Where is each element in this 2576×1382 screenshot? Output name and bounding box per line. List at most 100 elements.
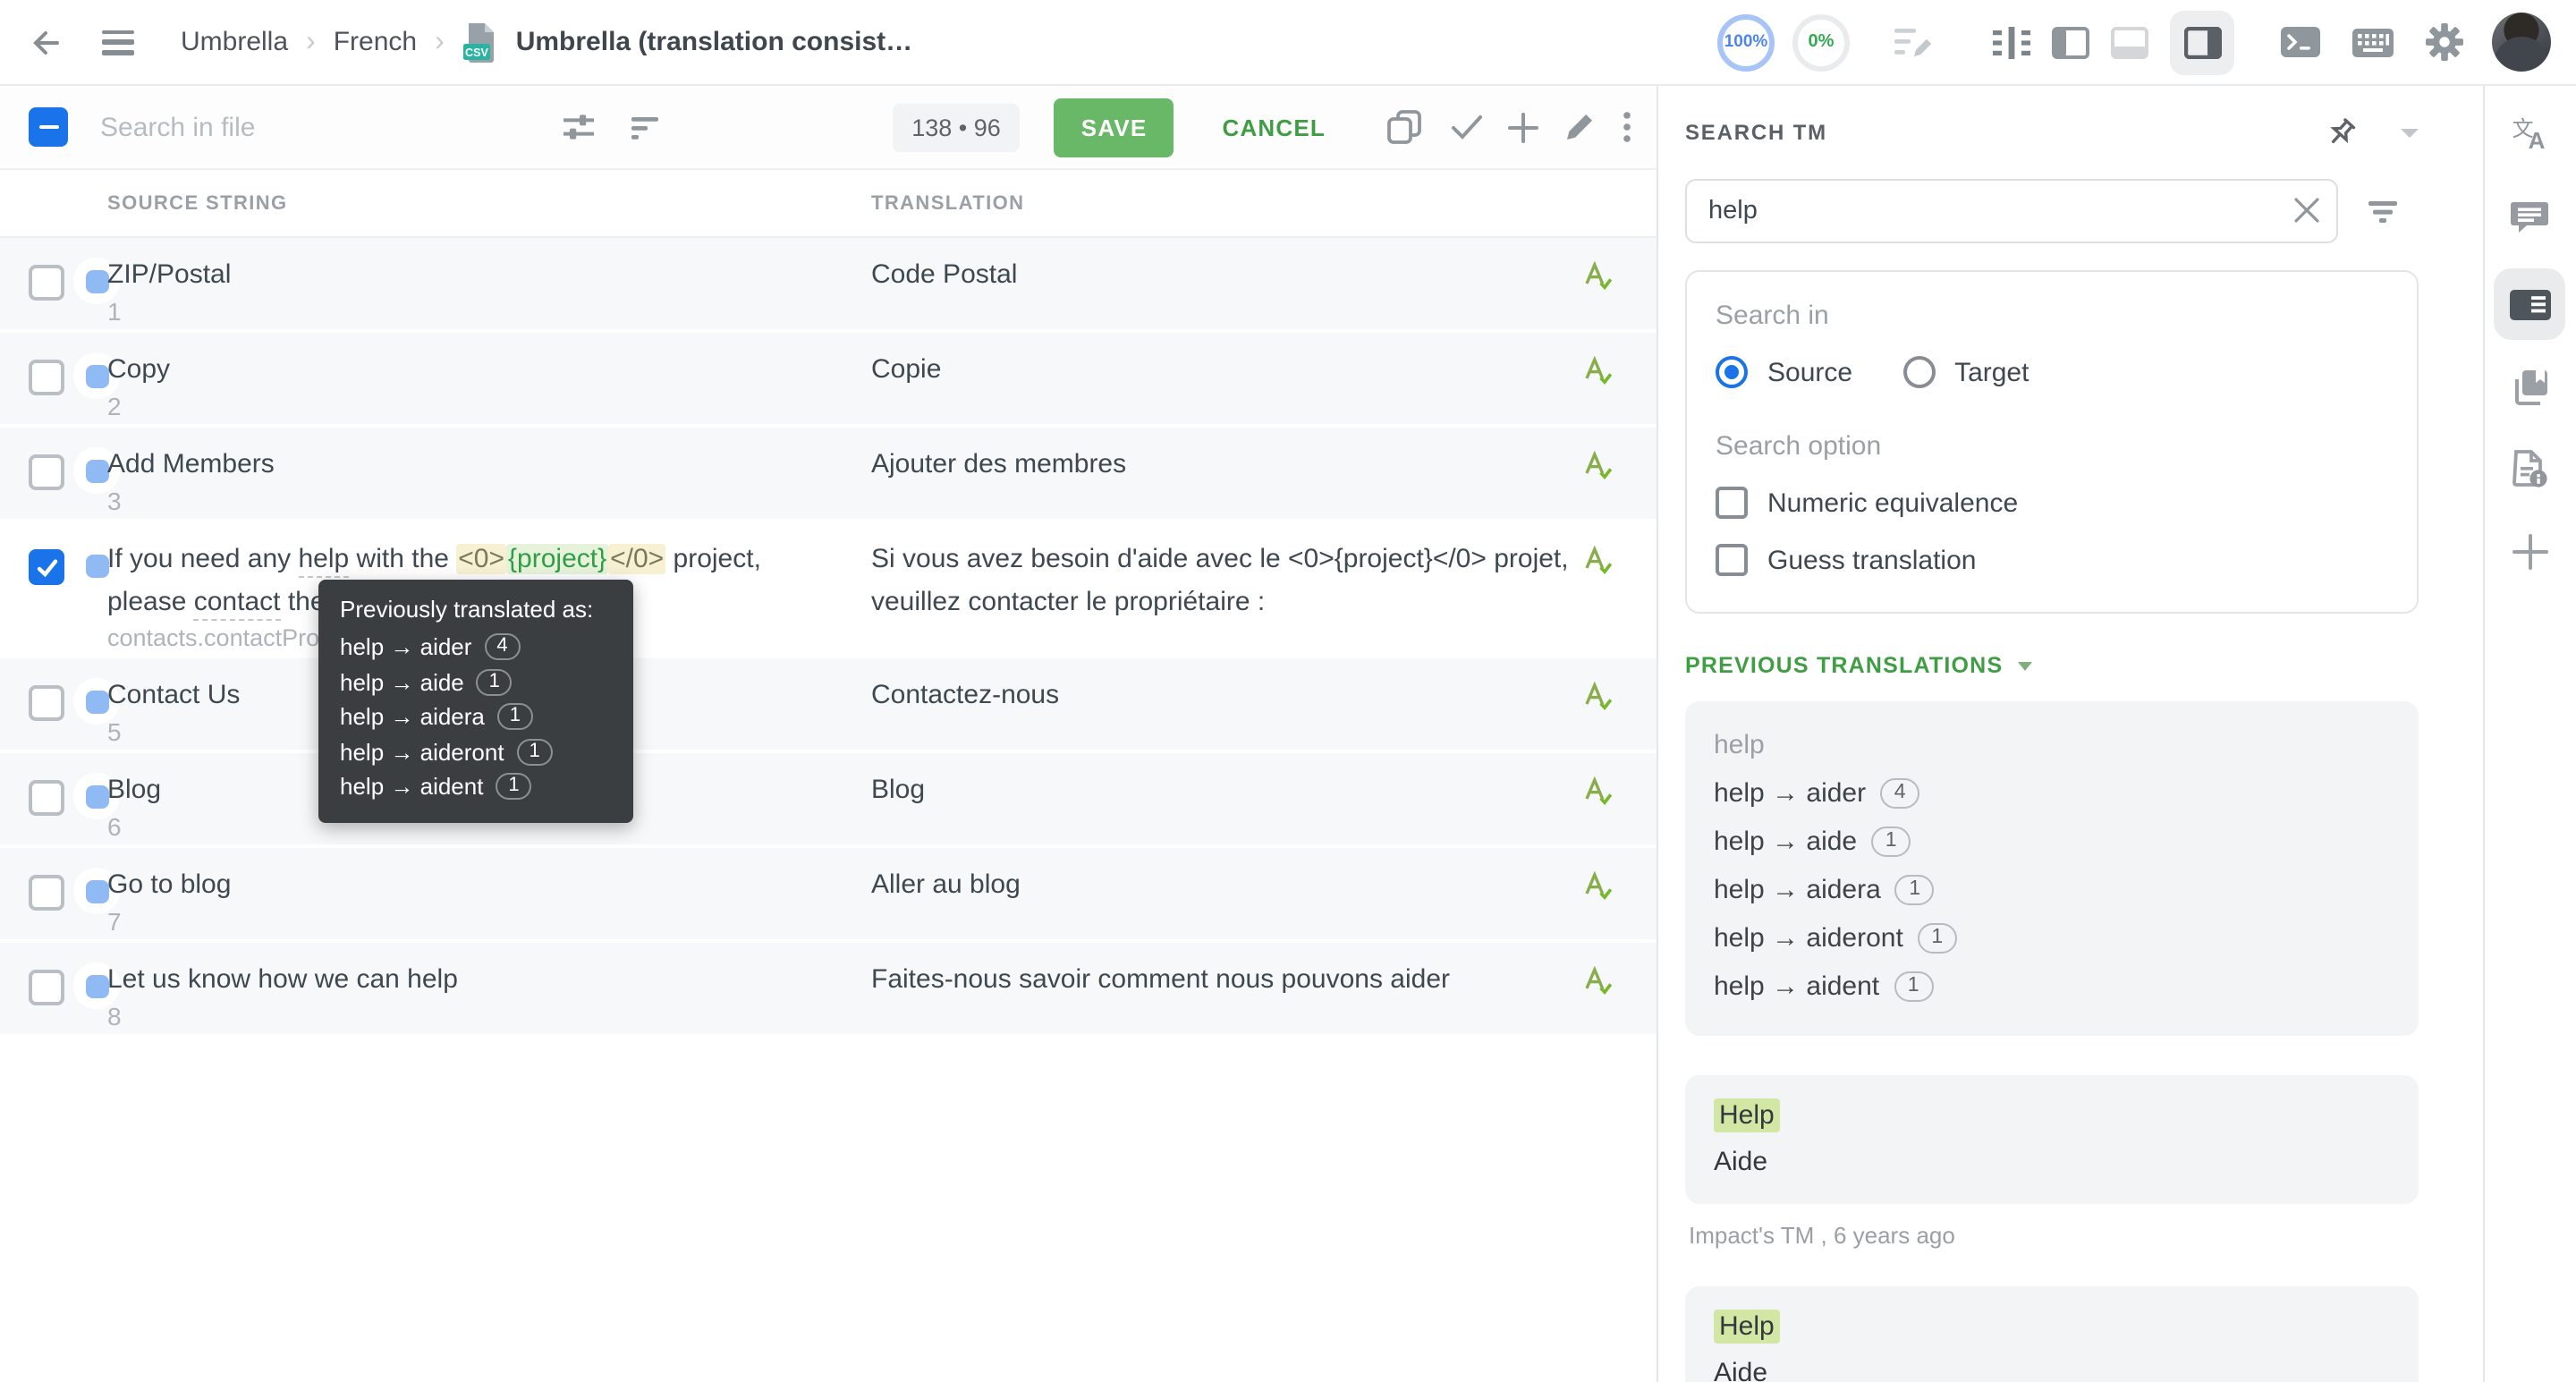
add-panel-icon[interactable] (2511, 531, 2548, 571)
numeric-equivalence-checkbox[interactable] (1716, 487, 1748, 519)
previous-translation-text: help → aident (1714, 962, 1879, 1011)
glossary-icon[interactable] (2511, 367, 2548, 406)
row-checkbox[interactable] (29, 685, 64, 721)
back-arrow-icon (29, 26, 63, 58)
table-row[interactable]: Add Members3Ajouter des membres (0, 428, 1657, 522)
untranslated-status-icon (85, 690, 108, 713)
row-checkbox[interactable] (29, 875, 64, 911)
csv-file-icon: CSV (462, 21, 498, 64)
spellcheck-icon (1581, 354, 1614, 395)
clear-search-icon[interactable] (2292, 195, 2322, 225)
string-key: 3 (107, 487, 122, 515)
file-context-icon[interactable] (2510, 449, 2549, 488)
comments-icon[interactable] (2510, 197, 2549, 236)
table-row[interactable]: If you need any help with the <0>{projec… (0, 522, 1657, 658)
previous-translation-item[interactable]: help → aider4 (1714, 769, 2390, 818)
breadcrumb-language[interactable]: French (334, 27, 417, 57)
row-checkbox[interactable] (29, 454, 64, 490)
row-checkbox[interactable] (29, 549, 64, 585)
tm-filter-icon[interactable] (2368, 198, 2397, 225)
count-badge: 1 (517, 739, 553, 766)
tm-result-card[interactable]: HelpAide (1685, 1286, 2419, 1382)
cancel-button[interactable]: CANCEL (1211, 112, 1336, 142)
chevron-right-icon: › (435, 26, 445, 58)
keyboard-icon[interactable] (2352, 28, 2394, 56)
row-checkbox[interactable] (29, 970, 64, 1005)
bottom-panel-view-icon[interactable] (2111, 26, 2148, 58)
radio-source[interactable] (1716, 356, 1748, 388)
approved-progress-badge[interactable]: 0% (1792, 13, 1850, 71)
previous-translations-toggle[interactable]: PREVIOUS TRANSLATIONS (1685, 653, 2419, 678)
tm-search-input[interactable] (1685, 179, 2338, 243)
numeric-equivalence-label[interactable]: Numeric equivalence (1767, 488, 2018, 518)
previous-translation-item[interactable]: help → aide1 (1714, 818, 2390, 866)
edit-string-icon[interactable] (1563, 111, 1596, 143)
untranslated-status-icon (85, 269, 108, 293)
avatar[interactable] (2492, 13, 2551, 72)
highlighted-term[interactable]: help (299, 544, 350, 578)
approve-icon[interactable] (1451, 114, 1483, 140)
table-row[interactable]: ZIP/Postal1Code Postal (0, 238, 1657, 333)
row-checkbox[interactable] (29, 360, 64, 395)
table-row[interactable]: Let us know how we can help8Faites-nous … (0, 943, 1657, 1038)
source-text: Let us know how we can help (107, 959, 830, 1002)
side-by-side-view-icon[interactable] (1993, 26, 2030, 58)
row-checkbox[interactable] (29, 780, 64, 816)
search-in-file-input[interactable]: Search in file (100, 112, 526, 142)
previous-translation-text: help → aider (1714, 769, 1866, 818)
filter-strings-icon[interactable] (631, 114, 658, 140)
spellcheck-icon (1581, 449, 1614, 490)
save-button[interactable]: SAVE (1055, 98, 1174, 157)
editor-toolbar: Search in file 138 • 96 SAVE CANCEL (0, 86, 1657, 170)
gear-icon[interactable] (2426, 23, 2463, 61)
row-checkbox[interactable] (29, 265, 64, 301)
count-badge: 1 (1871, 827, 1911, 857)
left-panel-view-icon[interactable] (2052, 26, 2089, 58)
file-name[interactable]: Umbrella (translation consist… (516, 27, 912, 57)
radio-target[interactable] (1902, 356, 1935, 388)
right-panel-view-icon[interactable] (2170, 10, 2234, 74)
table-row[interactable]: Blog6Blog (0, 753, 1657, 848)
back-button[interactable] (29, 26, 63, 58)
pin-panel-icon[interactable] (2326, 116, 2358, 148)
copy-source-icon[interactable] (1386, 109, 1422, 145)
machine-translation-icon[interactable]: 文A (2511, 114, 2549, 154)
radio-target-label[interactable]: Target (1954, 357, 2029, 387)
guess-translation-checkbox[interactable] (1716, 544, 1748, 576)
collapse-panel-chevron-icon[interactable] (2401, 128, 2419, 137)
search-options-card: Search in Source Target Search option Nu… (1685, 270, 2419, 614)
menu-icon[interactable] (102, 30, 134, 55)
previous-translation-item[interactable]: help → aidera1 (1714, 866, 2390, 914)
guess-translation-label[interactable]: Guess translation (1767, 545, 1976, 575)
tooltip-item: help → aider4 (340, 630, 612, 665)
table-row[interactable]: Go to blog7Aller au blog (0, 848, 1657, 943)
source-fragment: If you need any (107, 544, 299, 574)
breadcrumb-project[interactable]: Umbrella (181, 27, 288, 57)
tm-result-card[interactable]: HelpAide (1685, 1075, 2419, 1204)
previous-translation-item[interactable]: help → aident1 (1714, 962, 2390, 1011)
string-key: 8 (107, 1002, 122, 1030)
table-row[interactable]: Copy2Copie (0, 333, 1657, 428)
chevron-right-icon: › (306, 26, 316, 58)
add-string-icon[interactable] (1508, 112, 1538, 142)
select-all-checkbox[interactable] (29, 107, 68, 147)
previous-translation-item[interactable]: help → aideront1 (1714, 914, 2390, 962)
tooltip-item-text: help → aider (340, 630, 471, 665)
count-badge: 1 (477, 669, 513, 696)
source-fragment: with the (349, 544, 456, 574)
display-settings-icon[interactable] (562, 111, 596, 143)
tm-results: HelpAideImpact's TM , 6 years agoHelpAid… (1685, 1075, 2419, 1382)
translated-progress-badge[interactable]: 100% (1717, 13, 1775, 71)
highlighted-term[interactable]: contact (194, 587, 281, 621)
file-changes-icon[interactable] (1893, 24, 1932, 60)
match-highlight: Help (1714, 1310, 1780, 1344)
terminal-icon[interactable] (2281, 27, 2320, 57)
previous-translation-text: help → aidera (1714, 866, 1881, 914)
translation-memory-icon[interactable] (2494, 268, 2565, 340)
radio-source-label[interactable]: Source (1767, 357, 1852, 387)
untranslated-status-icon (85, 879, 108, 903)
kebab-menu-icon[interactable] (1623, 111, 1631, 143)
string-key: 1 (107, 297, 122, 326)
table-row[interactable]: Contact Us5Contactez-nous (0, 658, 1657, 753)
tooltip-item-text: help → aide (340, 665, 464, 699)
